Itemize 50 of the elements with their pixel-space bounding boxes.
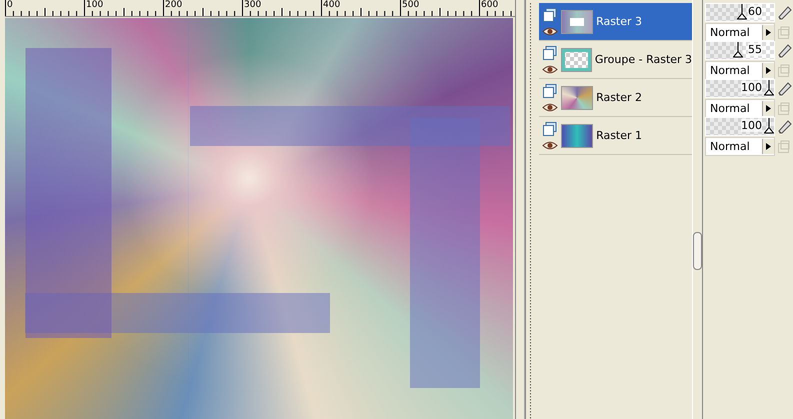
ruler-label: 200 <box>165 0 184 10</box>
layer-stack-icon <box>543 84 558 98</box>
ruler-label: 300 <box>244 0 262 10</box>
slider-thumb[interactable] <box>764 118 774 134</box>
layer-thumbnail <box>561 10 594 34</box>
ruler-label: 500 <box>402 0 420 10</box>
blend-mode-dropdown[interactable]: Normal <box>705 61 775 80</box>
brush-icon[interactable] <box>777 42 793 58</box>
brush-icon[interactable] <box>777 118 793 134</box>
opacity-value: 60 <box>748 5 762 18</box>
blend-mode-dropdown[interactable]: Normal <box>705 99 775 118</box>
layer-stack-icon <box>542 46 557 60</box>
splitter-handle[interactable] <box>693 232 702 270</box>
eye-icon[interactable] <box>542 102 558 112</box>
opacity-value: 55 <box>748 43 762 56</box>
blend-mode-dropdown[interactable]: Normal <box>705 137 775 156</box>
mask-icon <box>777 64 791 78</box>
opacity-slider[interactable]: 100 <box>705 79 775 98</box>
ruler-label: 400 <box>323 0 342 10</box>
layer-thumbnail <box>560 48 592 72</box>
brush-icon[interactable] <box>777 80 793 96</box>
ruler-label: 100 <box>86 0 104 10</box>
layer-name: Groupe - Raster 3 <box>594 53 692 66</box>
opacity-value: 100 <box>741 81 762 94</box>
brush-icon[interactable] <box>777 4 793 20</box>
opacity-slider[interactable]: 100 <box>705 117 775 136</box>
mask-icon <box>777 102 791 116</box>
mask-icon <box>777 26 791 40</box>
ruler-label: 0 <box>7 0 14 10</box>
layer-name: Raster 1 <box>596 129 642 142</box>
eye-icon[interactable] <box>542 64 558 74</box>
eye-icon[interactable] <box>542 26 558 36</box>
layer-thumbnail <box>561 86 594 110</box>
layer-stack-icon <box>543 122 558 136</box>
layer-row[interactable]: Raster 3 <box>539 3 692 41</box>
ruler-label: 600 <box>481 0 500 10</box>
layer-thumbnail <box>561 124 594 148</box>
eye-icon[interactable] <box>542 140 558 150</box>
layer-stack-icon <box>543 8 558 22</box>
slider-thumb[interactable] <box>733 42 744 58</box>
panel-splitter[interactable] <box>692 0 703 419</box>
opacity-value: 100 <box>741 119 762 132</box>
layer-name: Raster 2 <box>596 91 642 104</box>
mask-icon <box>777 140 791 154</box>
opacity-slider[interactable]: 55 <box>705 41 775 60</box>
slider-thumb[interactable] <box>736 4 747 20</box>
layer-name: Raster 3 <box>596 15 642 28</box>
slider-thumb[interactable] <box>764 80 774 96</box>
opacity-slider[interactable]: 60 <box>705 3 775 22</box>
blend-mode-dropdown[interactable]: Normal <box>705 23 775 42</box>
